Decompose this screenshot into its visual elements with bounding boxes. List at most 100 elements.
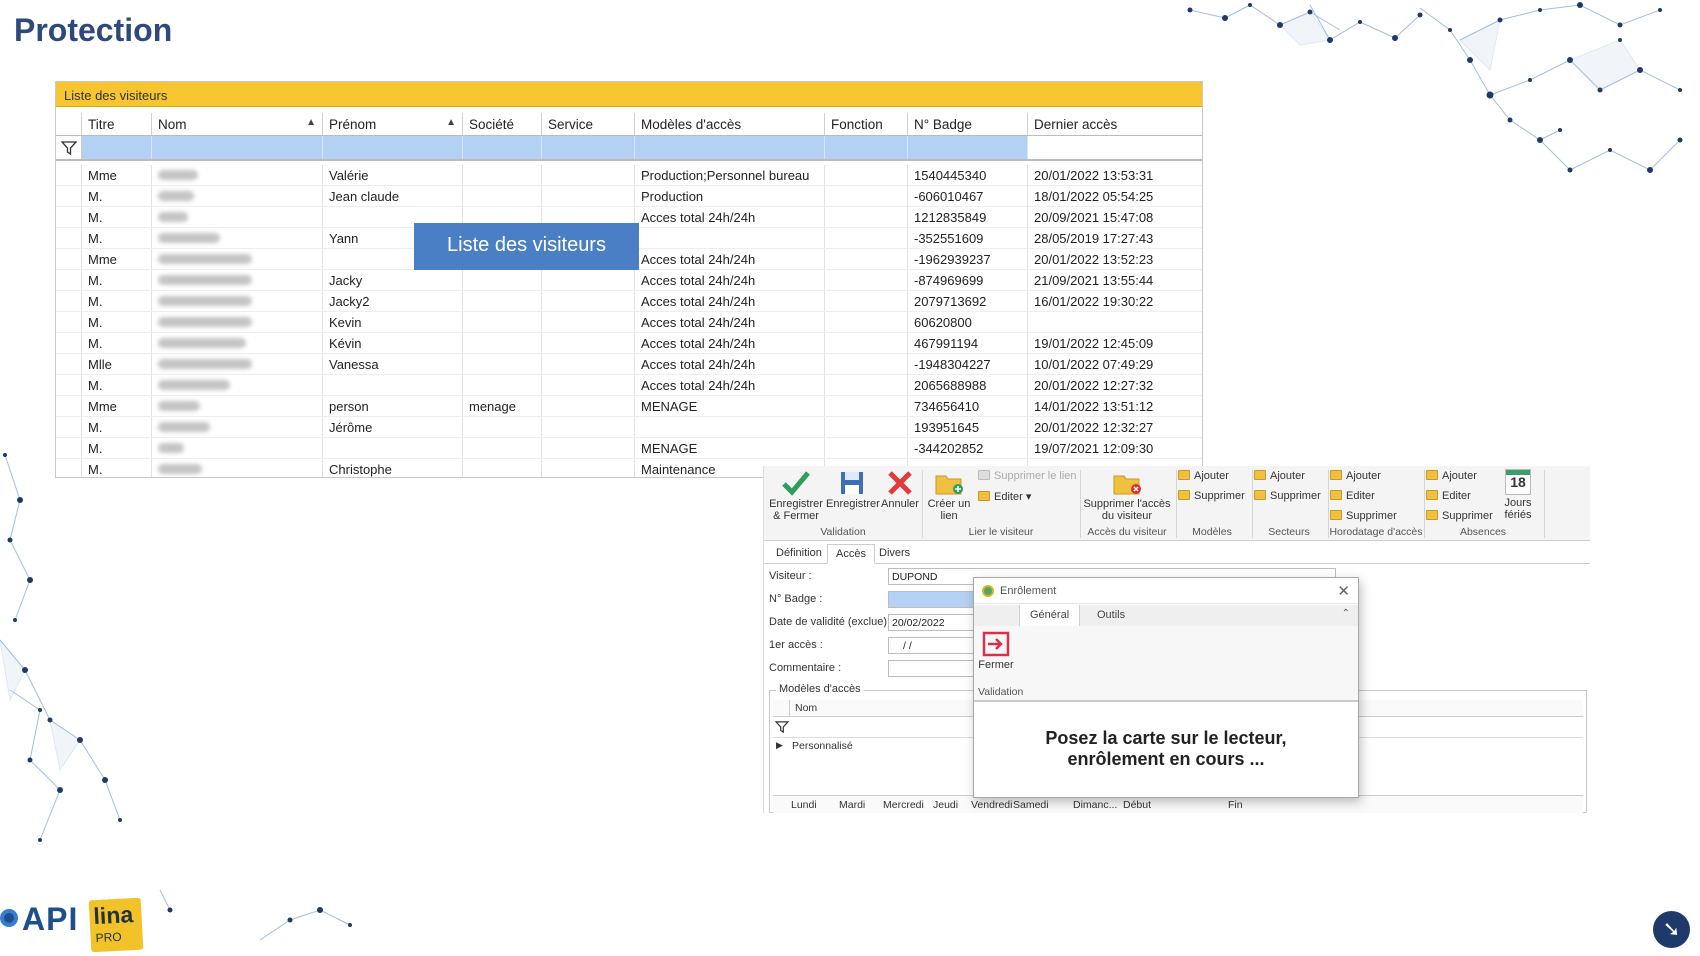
table-cell bbox=[825, 333, 908, 353]
remove-link-button[interactable]: Supprimer le lien bbox=[978, 470, 1077, 482]
row-selector[interactable] bbox=[56, 165, 82, 185]
row-selector[interactable] bbox=[56, 249, 82, 269]
absences-add-button[interactable]: Ajouter bbox=[1426, 470, 1477, 482]
dialog-title: Enrôlement bbox=[974, 578, 1358, 604]
table-row[interactable]: M. Acces total 24h/24h 2065688988 20/01/202… bbox=[56, 375, 1202, 396]
table-cell: -344202852 bbox=[908, 438, 1028, 458]
table-row[interactable]: Mlle Vanessa Acces total 24h/24h -194830422… bbox=[56, 354, 1202, 375]
row-selector[interactable] bbox=[56, 438, 82, 458]
col-header-societe[interactable]: Société bbox=[463, 113, 542, 135]
col-header-modeles[interactable]: Modèles d'accès bbox=[635, 113, 825, 135]
table-row[interactable]: M. Jérôme 193951645 20/01/2022 12:32:27 bbox=[56, 417, 1202, 438]
expand-arrow-icon[interactable]: ▶ bbox=[776, 740, 783, 751]
row-selector[interactable] bbox=[56, 375, 82, 395]
filter-icon[interactable] bbox=[773, 719, 790, 735]
models-delete-button[interactable]: Supprimer bbox=[1178, 490, 1245, 502]
table-row[interactable]: M. Jean claude Production -606010467 18/01/2… bbox=[56, 186, 1202, 207]
table-row[interactable]: Mme Valérie Production;Personnel bureau 154… bbox=[56, 165, 1202, 186]
badge-label: N° Badge : bbox=[769, 593, 823, 605]
table-cell: 18/01/2022 05:54:25 bbox=[1028, 186, 1202, 206]
row-selector[interactable] bbox=[56, 186, 82, 206]
visitor-label: Visiteur : bbox=[769, 570, 812, 582]
row-selector[interactable] bbox=[56, 207, 82, 227]
timestamp-add-label: Ajouter bbox=[1346, 470, 1381, 482]
tab-definition[interactable]: Définition bbox=[768, 544, 830, 562]
row-selector[interactable] bbox=[56, 333, 82, 353]
table-cell: M. bbox=[82, 333, 152, 353]
table-row[interactable]: M. Kévin Acces total 24h/24h 467991194 19/01… bbox=[56, 333, 1202, 354]
models-row-label[interactable]: Personnalisé bbox=[792, 740, 853, 752]
row-selector[interactable] bbox=[56, 312, 82, 332]
collapse-ribbon-icon[interactable]: ⌃ bbox=[1342, 608, 1350, 619]
dialog-close-icon[interactable]: ✕ bbox=[1337, 582, 1350, 600]
table-cell: M. bbox=[82, 270, 152, 290]
col-header-nom[interactable]: Nom ▲ bbox=[152, 113, 323, 135]
redacted-name bbox=[158, 275, 252, 285]
dialog-tab-outils[interactable]: Outils bbox=[1087, 605, 1135, 626]
table-cell: M. bbox=[82, 186, 152, 206]
table-row[interactable]: M. MENAGE -344202852 19/07/2021 12:09:30 bbox=[56, 438, 1202, 459]
table-row[interactable]: M. Kevin Acces total 24h/24h 60620800 bbox=[56, 312, 1202, 333]
badge-field[interactable] bbox=[888, 591, 978, 608]
table-cell: 14/01/2022 13:51:12 bbox=[1028, 396, 1202, 416]
filter-icon[interactable] bbox=[56, 136, 82, 159]
redacted-name bbox=[158, 317, 252, 327]
sectors-add-button[interactable]: Ajouter bbox=[1254, 470, 1305, 482]
floppy-icon bbox=[841, 472, 863, 494]
row-selector[interactable] bbox=[56, 459, 82, 477]
tab-divers[interactable]: Divers bbox=[871, 544, 918, 562]
col-header-prenom-label: Prénom bbox=[329, 117, 377, 132]
save-close-button[interactable]: Enregistrer & Fermer bbox=[768, 470, 824, 522]
col-header-prenom[interactable]: Prénom ▲ bbox=[323, 113, 463, 135]
row-selector[interactable] bbox=[56, 291, 82, 311]
dialog-tab-general[interactable]: Général bbox=[1019, 605, 1081, 626]
timestamp-delete-button[interactable]: Supprimer bbox=[1330, 510, 1397, 522]
table-cell: -352551609 bbox=[908, 228, 1028, 248]
tab-acces[interactable]: Accès bbox=[827, 544, 875, 564]
dialog-group-label: Validation bbox=[978, 686, 1024, 698]
create-link-button[interactable]: Créer un lien bbox=[926, 470, 972, 522]
col-header-dernier-acces[interactable]: Dernier accès bbox=[1028, 113, 1202, 135]
sectors-delete-button[interactable]: Supprimer bbox=[1254, 490, 1321, 502]
remove-access-button[interactable]: Supprimer l'accès du visiteur bbox=[1082, 470, 1172, 522]
group-models-label: Modèles bbox=[1192, 526, 1232, 538]
row-selector[interactable] bbox=[56, 396, 82, 416]
table-row[interactable]: M. Jacky Acces total 24h/24h -874969699 21/0… bbox=[56, 270, 1202, 291]
first-access-field[interactable]: / / bbox=[888, 637, 978, 654]
holidays-button[interactable]: 18 Jours fériés bbox=[1496, 469, 1540, 521]
col-header-fonction[interactable]: Fonction bbox=[825, 113, 908, 135]
table-row[interactable]: Mme person menage MENAGE 734656410 14/01/2022… bbox=[56, 396, 1202, 417]
timestamp-edit-button[interactable]: Editer bbox=[1330, 490, 1375, 502]
close-dialog-label: Fermer bbox=[978, 659, 1014, 671]
row-selector[interactable] bbox=[56, 354, 82, 374]
table-cell: 19/01/2022 12:45:09 bbox=[1028, 333, 1202, 353]
table-cell bbox=[152, 438, 323, 458]
absences-edit-button[interactable]: Editer bbox=[1426, 490, 1471, 502]
table-cell: Acces total 24h/24h bbox=[635, 312, 825, 332]
create-link-label: Créer un lien bbox=[927, 498, 971, 522]
row-selector[interactable] bbox=[56, 270, 82, 290]
table-cell: M. bbox=[82, 291, 152, 311]
save-button[interactable]: Enregistrer bbox=[826, 470, 880, 510]
col-header-titre[interactable]: Titre bbox=[82, 113, 152, 135]
close-dialog-button[interactable]: Fermer bbox=[978, 631, 1014, 671]
filter-row[interactable] bbox=[56, 136, 1202, 161]
lina-pro-logo: lina PRO bbox=[88, 897, 144, 953]
models-add-button[interactable]: Ajouter bbox=[1178, 470, 1229, 482]
navigate-arrow-icon[interactable]: ➘ bbox=[1653, 911, 1690, 948]
table-cell: -1962939237 bbox=[908, 249, 1028, 269]
col-header-badge[interactable]: N° Badge bbox=[908, 113, 1028, 135]
cancel-button[interactable]: Annuler bbox=[880, 470, 920, 510]
table-cell bbox=[825, 228, 908, 248]
table-row[interactable]: M. Jacky2 Acces total 24h/24h 2079713692 16/… bbox=[56, 291, 1202, 312]
group-validation-label: Validation bbox=[820, 526, 866, 538]
row-selector[interactable] bbox=[56, 228, 82, 248]
row-selector[interactable] bbox=[56, 417, 82, 437]
validity-date-field[interactable]: 20/02/2022 bbox=[888, 614, 978, 631]
comment-field[interactable] bbox=[888, 660, 978, 677]
redacted-name bbox=[158, 233, 220, 243]
absences-delete-button[interactable]: Supprimer bbox=[1426, 510, 1493, 522]
timestamp-add-button[interactable]: Ajouter bbox=[1330, 470, 1381, 482]
col-header-service[interactable]: Service bbox=[542, 113, 635, 135]
edit-link-button[interactable]: Editer ▾ bbox=[978, 490, 1031, 503]
